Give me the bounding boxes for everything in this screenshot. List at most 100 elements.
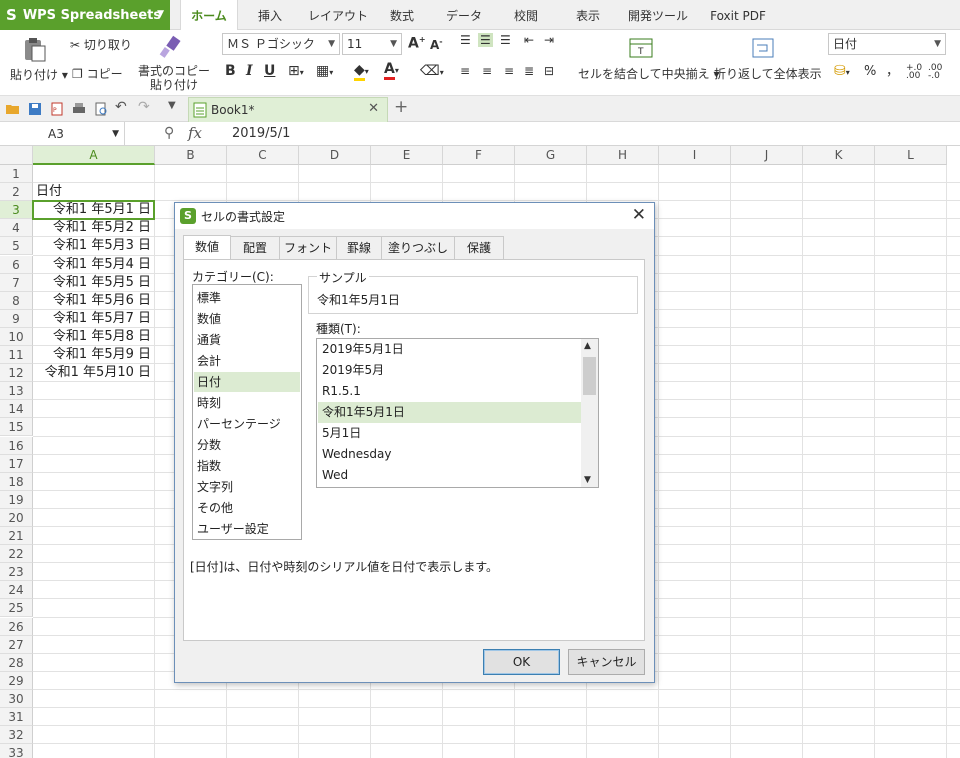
new-tab-plus-icon[interactable]: + <box>394 97 410 117</box>
decrease-decimal-icon[interactable]: .00 -.0 <box>928 64 942 81</box>
category-item[interactable]: 会計 <box>194 351 300 371</box>
category-item[interactable]: 日付 <box>194 372 300 392</box>
currency-icon[interactable]: ⛁▾ <box>834 63 850 79</box>
decrease-indent-icon[interactable]: ⇤ <box>524 33 534 47</box>
close-tab-icon[interactable]: ✕ <box>368 101 379 116</box>
cell-a4[interactable]: 令和1 年5月2 日 <box>33 219 151 237</box>
scroll-down-icon[interactable]: ▼ <box>584 475 591 485</box>
type-list-scrollbar[interactable]: ▲ ▼ <box>581 339 598 487</box>
column-header-j[interactable]: J <box>731 146 803 165</box>
select-all-corner[interactable] <box>0 146 33 165</box>
row-header-29[interactable]: 29 <box>0 671 33 690</box>
row-header-33[interactable]: 33 <box>0 744 33 758</box>
row-header-21[interactable]: 21 <box>0 527 33 545</box>
type-list[interactable]: Wed Wednesday 5月1日 令和1年5月1日 R1.5.1 2019年5月 201… <box>316 338 599 488</box>
category-item[interactable]: 文字列 <box>194 477 300 497</box>
column-header-h[interactable]: H <box>587 146 659 165</box>
column-header-a[interactable]: A <box>33 146 155 165</box>
tab-font[interactable]: フォント <box>279 236 337 259</box>
tab-review[interactable]: 校閲 <box>502 0 550 30</box>
row-header-9[interactable]: 9 <box>0 309 33 328</box>
row-header-6[interactable]: 6 <box>0 255 33 274</box>
type-item[interactable]: Wed <box>318 465 581 486</box>
increase-decimal-icon[interactable]: +.0.00 <box>906 64 922 81</box>
row-header-3[interactable]: 3 <box>0 201 33 220</box>
row-header-18[interactable]: 18 <box>0 472 33 491</box>
column-header-f[interactable]: F <box>443 146 515 165</box>
column-header-c[interactable]: C <box>227 146 299 165</box>
row-header-31[interactable]: 31 <box>0 708 33 726</box>
increase-indent-icon[interactable]: ⇥ <box>544 33 554 47</box>
align-bottom-icon[interactable]: ☰ <box>500 33 511 47</box>
paste-button[interactable]: 貼り付け ▾ <box>10 66 68 83</box>
tab-insert[interactable]: 挿入 <box>248 0 292 30</box>
row-header-12[interactable]: 12 <box>0 364 33 383</box>
row-header-4[interactable]: 4 <box>0 219 33 238</box>
align-middle-icon[interactable]: ☰ <box>478 33 493 47</box>
category-item[interactable]: 通貨 <box>194 330 300 350</box>
cell-a5[interactable]: 令和1 年5月3 日 <box>33 237 151 255</box>
tab-formulas[interactable]: 数式 <box>380 0 424 30</box>
align-left-icon[interactable]: ≡ <box>460 64 470 78</box>
type-item[interactable]: 2019年5月1日 <box>318 339 581 360</box>
tab-border[interactable]: 罫線 <box>336 236 382 259</box>
tab-fill[interactable]: 塗りつぶし <box>381 236 455 259</box>
category-item[interactable]: その他 <box>194 498 300 518</box>
redo-icon[interactable]: ↷ <box>138 99 154 115</box>
font-size-select[interactable]: 11 ▼ <box>342 33 402 55</box>
increase-font-icon[interactable]: A+ <box>408 35 426 52</box>
font-color-icon[interactable]: A▾ <box>384 61 399 80</box>
cell-a2[interactable]: 日付 <box>36 183 62 201</box>
percent-button[interactable]: % <box>864 64 876 79</box>
column-header-i[interactable]: I <box>659 146 731 165</box>
tab-number[interactable]: 数値 <box>183 235 231 259</box>
row-header-25[interactable]: 25 <box>0 599 33 618</box>
close-icon[interactable]: ✕ <box>632 205 646 225</box>
row-header-23[interactable]: 23 <box>0 563 33 582</box>
row-header-14[interactable]: 14 <box>0 400 33 419</box>
type-item[interactable]: Wednesday <box>318 444 581 465</box>
bold-button[interactable]: B <box>225 63 236 79</box>
row-header-20[interactable]: 20 <box>0 508 33 527</box>
category-item[interactable]: ユーザー設定 <box>194 519 300 539</box>
decrease-font-icon[interactable]: A- <box>430 37 443 52</box>
type-item[interactable]: R1.5.1 <box>318 381 581 402</box>
type-item[interactable]: 2019年5月 <box>318 360 581 381</box>
column-header-g[interactable]: G <box>515 146 587 165</box>
copy-button[interactable]: ❐ コピー <box>72 65 123 82</box>
type-item[interactable]: 令和1年5月1日 <box>318 402 581 423</box>
align-right-icon[interactable]: ≡ <box>504 64 514 78</box>
row-header-7[interactable]: 7 <box>0 273 33 292</box>
row-header-8[interactable]: 8 <box>0 291 33 310</box>
zoom-formula-icon[interactable]: ⚲ <box>164 125 174 141</box>
category-item[interactable]: 分数 <box>194 435 300 455</box>
type-item[interactable]: 5月1日 <box>318 423 581 444</box>
column-header-e[interactable]: E <box>371 146 443 165</box>
undo-icon[interactable]: ↶ <box>115 99 131 115</box>
tab-alignment[interactable]: 配置 <box>230 236 280 259</box>
row-header-22[interactable]: 22 <box>0 545 33 564</box>
cell-a6[interactable]: 令和1 年5月4 日 <box>33 256 151 274</box>
row-header-1[interactable]: 1 <box>0 165 33 183</box>
column-header-l[interactable]: L <box>875 146 947 165</box>
row-header-28[interactable]: 28 <box>0 653 33 672</box>
merge-center-icon[interactable]: T <box>628 36 654 60</box>
category-item[interactable]: 標準 <box>194 288 300 308</box>
scrollbar-thumb[interactable] <box>583 357 596 395</box>
category-item[interactable]: パーセンテージ <box>194 414 300 434</box>
comma-style-button[interactable]: ， <box>886 60 899 79</box>
row-header-19[interactable]: 19 <box>0 490 33 509</box>
row-header-13[interactable]: 13 <box>0 382 33 401</box>
paste-icon[interactable] <box>22 36 48 62</box>
cell-style-icon[interactable]: ▦▾ <box>316 63 333 79</box>
document-tab[interactable]: Book1* ✕ <box>188 97 388 122</box>
align-top-icon[interactable]: ☰ <box>460 33 471 47</box>
app-menu-button[interactable]: S WPS Spreadsheets ▼ <box>0 0 170 30</box>
italic-button[interactable]: I <box>246 63 253 79</box>
distributed-icon[interactable]: ⊟ <box>544 64 554 78</box>
underline-button[interactable]: U <box>264 63 275 79</box>
cell-a9[interactable]: 令和1 年5月7 日 <box>33 310 151 328</box>
tab-view[interactable]: 表示 <box>566 0 610 30</box>
row-header-17[interactable]: 17 <box>0 454 33 473</box>
fill-color-icon[interactable]: ◆▾ <box>354 62 369 81</box>
